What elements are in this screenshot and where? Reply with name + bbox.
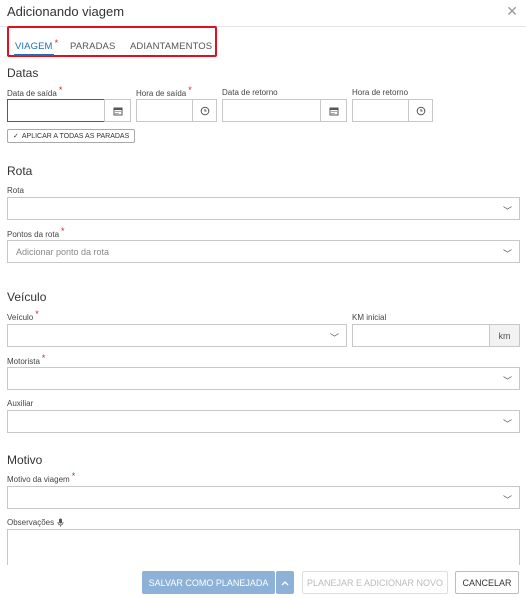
data-saida-label-text: Data de saída (7, 89, 57, 98)
chevron-down-icon: ﹀ (502, 249, 512, 259)
tab-paradas[interactable]: PARADAS (70, 41, 115, 52)
pontos-rota-select[interactable]: Adicionar ponto da rota ﹀ (7, 240, 520, 263)
hora-saida-input[interactable] (136, 99, 193, 122)
calendar-icon[interactable] (320, 99, 347, 122)
tab-viagem[interactable]: VIAGEM * (15, 38, 59, 52)
veiculo-select[interactable]: ﹀ (7, 324, 347, 347)
close-icon[interactable]: ✕ (506, 3, 518, 20)
chevron-down-icon: ﹀ (502, 376, 512, 386)
rota-label: Rota (7, 186, 24, 195)
apply-all-stops-button[interactable]: ✓ APLICAR A TODAS AS PARADAS (7, 129, 136, 143)
clock-icon[interactable] (408, 99, 433, 122)
required-mark: * (35, 309, 39, 319)
section-rota-title: Rota (7, 164, 33, 178)
observacoes-label: Observações (7, 518, 64, 527)
rota-select[interactable]: ﹀ (7, 197, 520, 220)
motivo-label: Motivo da viagem * (7, 471, 76, 484)
hora-saida-label-text: Hora de saída (136, 89, 187, 98)
hora-saida-label: Hora de saída * (136, 85, 192, 98)
required-mark: * (61, 226, 65, 236)
hora-retorno-input[interactable] (352, 99, 409, 122)
chevron-down-icon: ﹀ (502, 419, 512, 429)
section-datas-title: Datas (7, 66, 39, 80)
required-mark: * (71, 471, 76, 481)
hora-retorno-label: Hora de retorno (352, 88, 409, 97)
cancel-button[interactable]: CANCELAR (455, 571, 519, 594)
microphone-icon[interactable] (57, 518, 64, 527)
active-tab-indicator (14, 54, 54, 56)
calendar-icon[interactable] (104, 99, 131, 122)
section-veiculo-title: Veículo (7, 290, 47, 304)
required-mark: * (188, 85, 192, 95)
observacoes-label-text: Observações (7, 518, 55, 527)
pontos-rota-label: Pontos da rota * (7, 226, 65, 239)
motorista-label: Motorista * (7, 353, 46, 366)
motorista-label-text: Motorista (7, 357, 40, 366)
motivo-label-text: Motivo da viagem (7, 475, 70, 484)
chevron-down-icon: ﹀ (502, 206, 512, 216)
km-unit-addon: km (489, 324, 520, 347)
dialog-title: Adicionando viagem (7, 4, 125, 19)
tab-adiantamentos[interactable]: ADIANTAMENTOS (130, 41, 212, 52)
data-saida-label: Data de saída * (7, 85, 63, 98)
observacoes-textarea[interactable] (7, 529, 520, 569)
data-saida-input[interactable] (7, 99, 105, 122)
veiculo-label-text: Veículo (7, 313, 34, 322)
apply-all-stops-label: APLICAR A TODAS AS PARADAS (21, 132, 130, 140)
required-mark: * (41, 353, 46, 363)
chevron-down-icon: ﹀ (329, 333, 339, 343)
motorista-select[interactable]: ﹀ (7, 367, 520, 390)
required-mark: * (54, 38, 59, 48)
data-retorno-input[interactable] (222, 99, 321, 122)
veiculo-label: Veículo * (7, 309, 39, 322)
section-motivo-title: Motivo (7, 453, 43, 467)
km-inicial-label: KM inicial (352, 313, 387, 322)
data-retorno-label: Data de retorno (222, 88, 278, 97)
plan-and-add-new-button[interactable]: PLANEJAR E ADICIONAR NOVO (302, 571, 448, 594)
auxiliar-select[interactable]: ﹀ (7, 410, 520, 433)
required-mark: * (58, 85, 63, 95)
pontos-rota-label-text: Pontos da rota (7, 230, 60, 239)
chevron-down-icon: ﹀ (502, 495, 512, 505)
tab-viagem-label: VIAGEM (15, 41, 53, 52)
km-inicial-input[interactable] (352, 324, 490, 347)
chevron-up-icon[interactable] (276, 571, 294, 594)
save-as-planned-button[interactable]: SALVAR COMO PLANEJADA (142, 571, 275, 594)
auxiliar-label: Auxiliar (7, 399, 34, 408)
check-icon: ✓ (13, 133, 19, 140)
motivo-select[interactable]: ﹀ (7, 486, 520, 509)
clock-icon[interactable] (192, 99, 217, 122)
pontos-rota-placeholder: Adicionar ponto da rota (16, 247, 110, 257)
